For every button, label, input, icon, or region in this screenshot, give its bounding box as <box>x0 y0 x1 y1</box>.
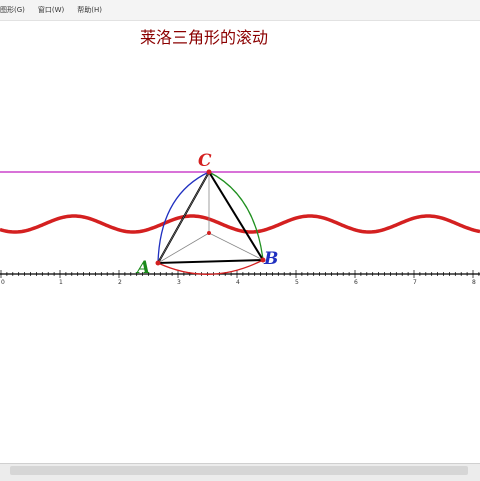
tick-label-2: 2 <box>118 279 122 286</box>
vertex-a[interactable] <box>155 260 161 266</box>
label-b: B <box>263 249 278 269</box>
tick-label-7: 7 <box>413 279 417 286</box>
tick-label-5: 5 <box>295 279 299 286</box>
geometry-canvas: 0 1 2 3 4 5 6 7 8 A B C <box>0 151 480 286</box>
tick-label-0: 0 <box>1 279 5 286</box>
axis-labels: 0 1 2 3 4 5 6 7 8 <box>1 279 476 286</box>
inner-triangle <box>156 170 265 265</box>
tick-label-1: 1 <box>59 279 63 286</box>
label-c: C <box>198 151 212 171</box>
tick-label-3: 3 <box>177 279 181 286</box>
tick-label-8: 8 <box>472 279 476 286</box>
center-point[interactable] <box>207 231 211 235</box>
tick-label-6: 6 <box>354 279 358 286</box>
label-a: A <box>135 258 150 278</box>
tick-label-4: 4 <box>236 279 240 286</box>
scrollbar-thumb[interactable] <box>10 466 468 475</box>
